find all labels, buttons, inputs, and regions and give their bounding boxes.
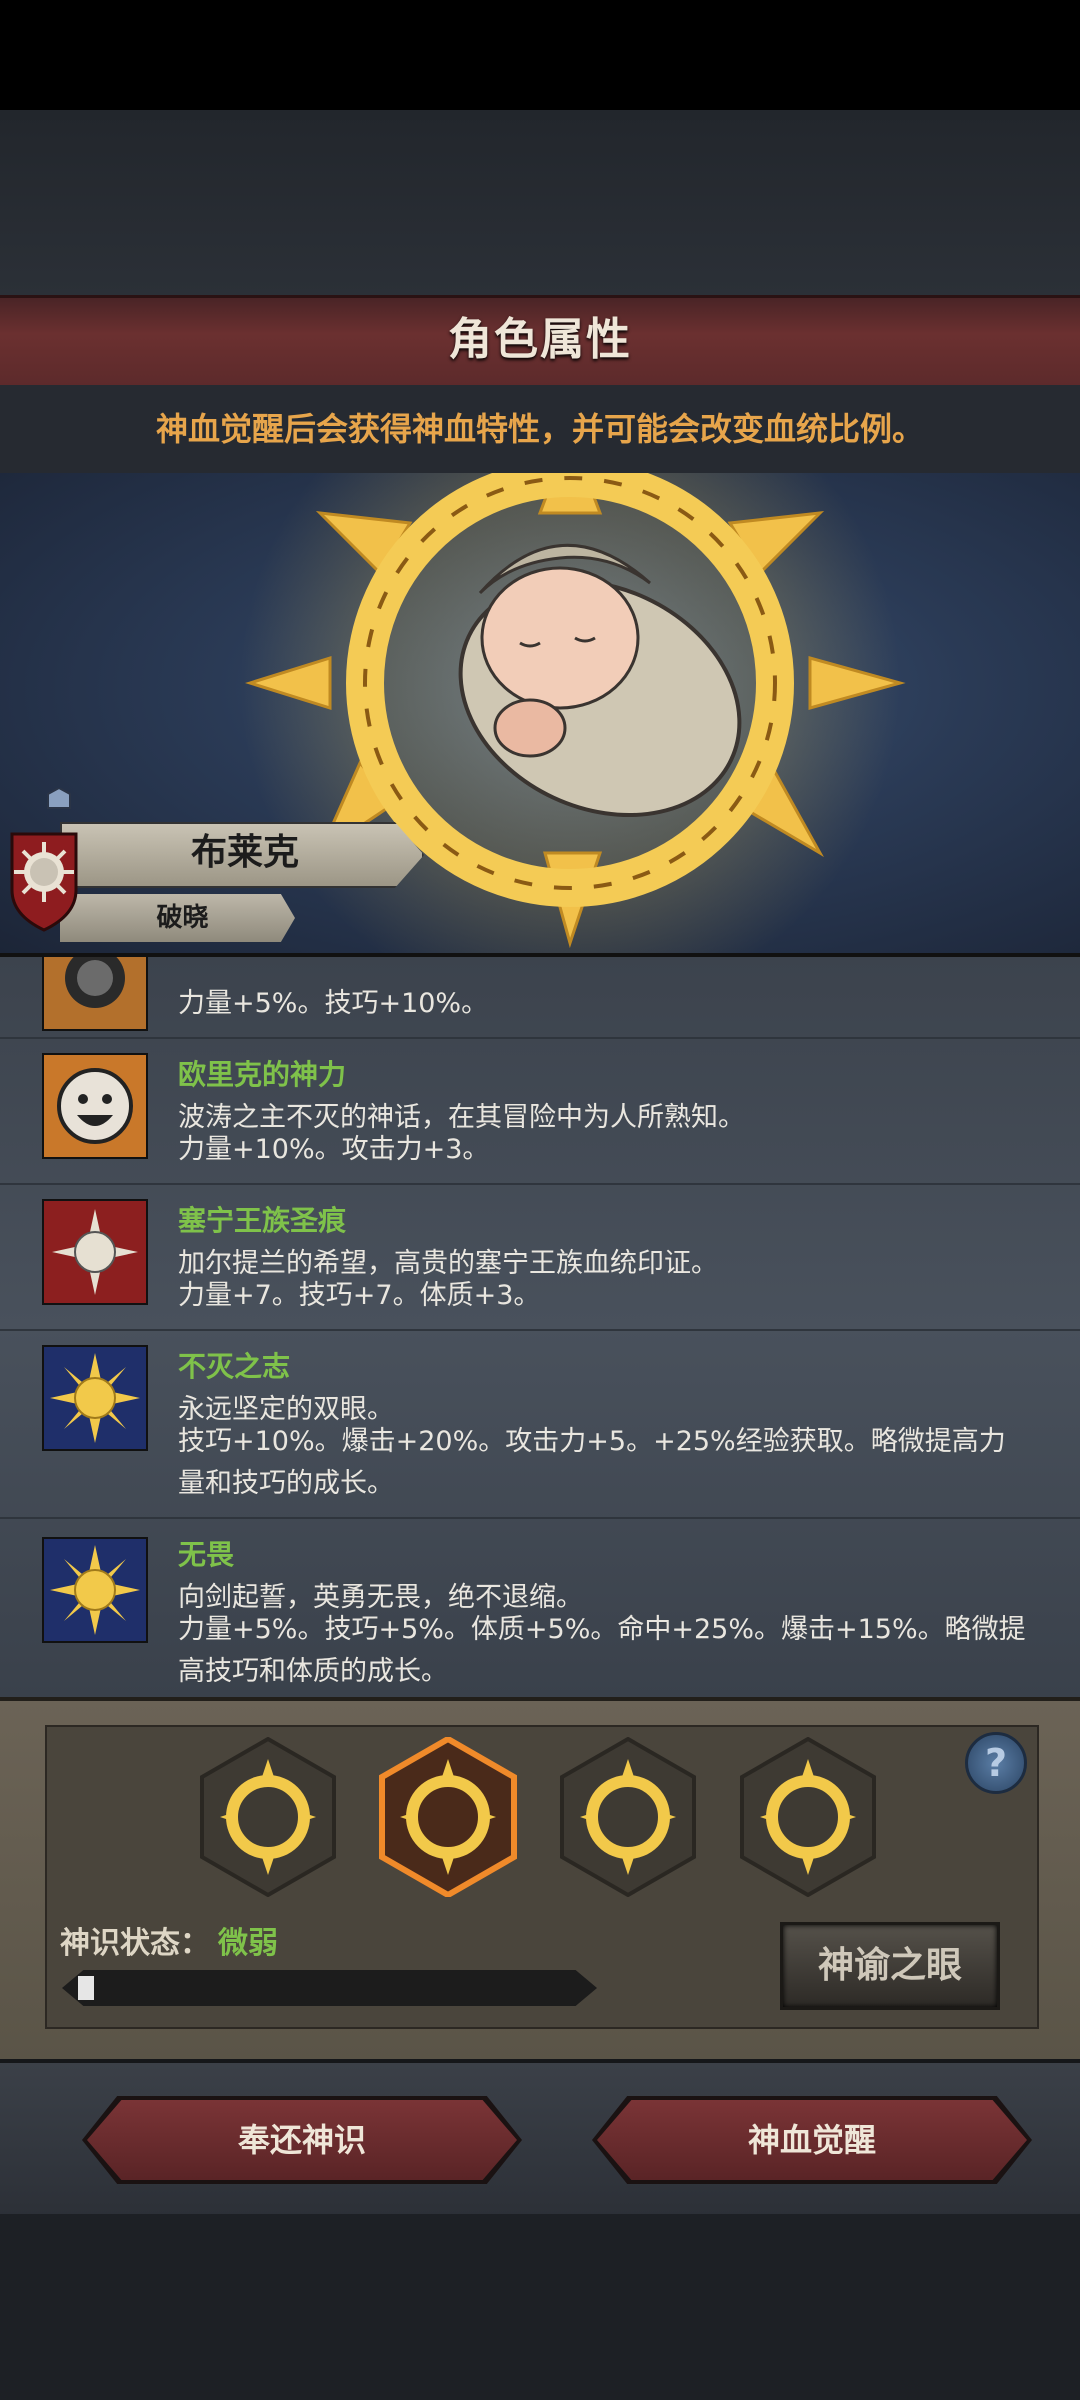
help-button[interactable]: ?: [965, 1732, 1027, 1794]
trait-effect: 力量+7。技巧+7。体质+3。: [178, 1280, 541, 1311]
sun-ring-icon: [560, 1736, 696, 1898]
return-divinity-button[interactable]: 奉还神识: [87, 2100, 517, 2180]
trait-effect: 力量+5%。技巧+10%。: [178, 988, 489, 1019]
trait-effect: 技巧+10%。爆击+20%。攻击力+5。+25%经验获取。略微提高力量和技巧的成…: [178, 1426, 1006, 1499]
smiling-face-icon: [42, 1053, 148, 1159]
dark-sun-icon: [42, 957, 148, 1031]
divinity-progress-bar: [62, 1970, 597, 2006]
trait-name: 欧里克的神力: [178, 1058, 347, 1091]
sun-crest-icon: [8, 830, 80, 932]
trait-name: 塞宁王族圣痕: [178, 1204, 347, 1237]
page-title: 角色属性: [448, 314, 632, 365]
divine-awaken-button[interactable]: 神血觉醒: [597, 2100, 1027, 2180]
divinity-status-label: 神识状态：: [60, 1926, 210, 1961]
trait-name: 不灭之志: [178, 1350, 291, 1383]
divine-slot-4[interactable]: [738, 1736, 878, 1898]
list-item: 不灭之志 永远坚定的双眼。 技巧+10%。爆击+20%。攻击力+5。+25%经验…: [0, 1329, 1080, 1519]
list-item: 力量+5%。技巧+10%。: [0, 957, 1080, 1039]
subtitle-text: 神血觉醒后会获得神血特性，并可能会改变血统比例。: [155, 410, 924, 448]
rank-badge-icon: [46, 786, 72, 810]
bottom-backdrop: [0, 2214, 1080, 2400]
trait-list[interactable]: 力量+5%。技巧+10%。 欧里克的神力 波涛之主不灭的神话，在其冒险中为人所熟…: [0, 957, 1080, 1697]
top-black-bar: [0, 0, 1080, 110]
character-title: 破晓: [156, 903, 209, 933]
divinity-progress-fill: [78, 1976, 94, 2000]
white-sun-icon: [42, 1199, 148, 1305]
character-name: 布莱克: [190, 832, 299, 873]
trait-name: 无畏: [178, 1538, 235, 1571]
list-item: 欧里克的神力 波涛之主不灭的神话，在其冒险中为人所熟知。 力量+10%。攻击力+…: [0, 1037, 1080, 1185]
trait-effect: 力量+10%。攻击力+3。: [178, 1134, 490, 1165]
divine-slot-2[interactable]: [378, 1735, 518, 1899]
list-item: 塞宁王族圣痕 加尔提兰的希望，高贵的塞宁王族血统印证。 力量+7。技巧+7。体质…: [0, 1183, 1080, 1331]
trait-effect: 力量+5%。技巧+5%。体质+5%。命中+25%。爆击+15%。略微提高技巧和体…: [178, 1614, 1026, 1687]
divine-slot-3[interactable]: [558, 1736, 698, 1898]
sun-ring-icon: [740, 1736, 876, 1898]
sun-ring-icon: [200, 1736, 336, 1898]
divinity-status-value: 微弱: [218, 1926, 278, 1961]
sun-ring-icon: [379, 1735, 517, 1899]
upper-backdrop: [0, 110, 1080, 295]
divine-slot-1[interactable]: [198, 1736, 338, 1898]
list-item: 无畏 向剑起誓，英勇无畏，绝不退缩。 力量+5%。技巧+5%。体质+5%。命中+…: [0, 1517, 1080, 1697]
golden-sun-icon: [42, 1537, 148, 1643]
golden-sun-icon: [42, 1345, 148, 1451]
oracle-eye-button[interactable]: 神谕之眼: [780, 1922, 1000, 2010]
